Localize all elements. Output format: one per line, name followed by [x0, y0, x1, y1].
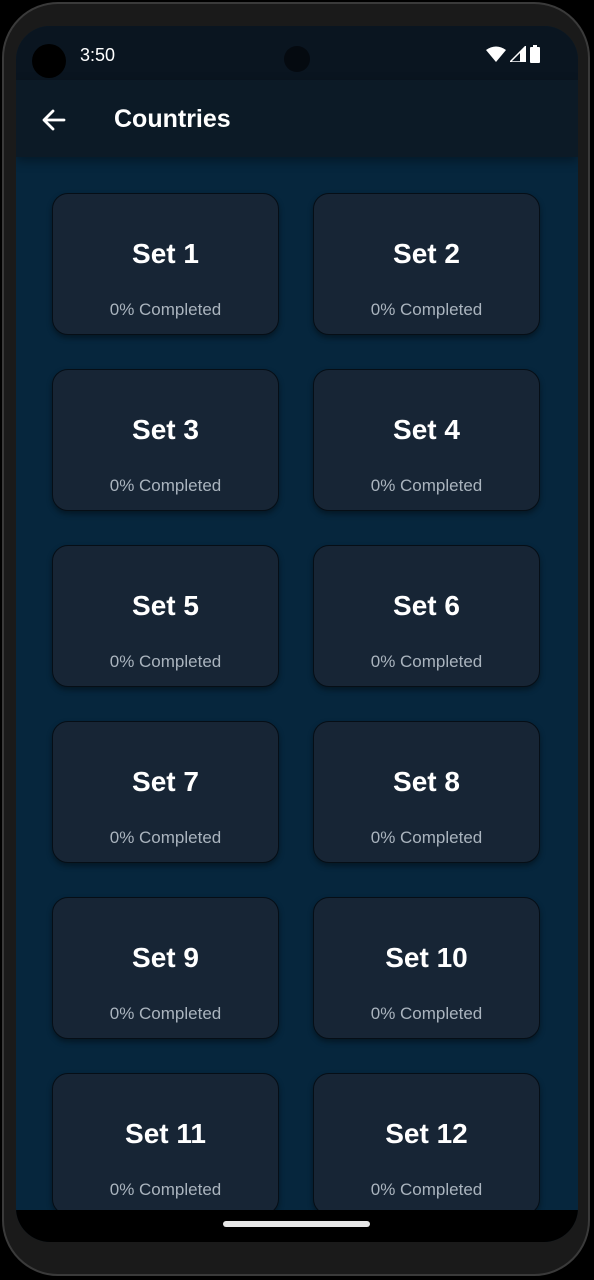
status-icons — [486, 45, 540, 63]
arrow-left-icon[interactable] — [38, 104, 70, 136]
set-progress: 0% Completed — [370, 300, 483, 319]
status-time: 3:50 — [80, 45, 116, 65]
set-progress: 0% Completed — [370, 828, 483, 847]
sets-grid-container[interactable]: Set 1 0% Completed Set 2 0% Completed Set 3 0… — [16, 157, 578, 1210]
set-name: Set 3 — [132, 414, 199, 445]
set-name: Set 6 — [393, 590, 460, 621]
set-progress: 0% Completed — [109, 1180, 222, 1199]
set-name: Set 10 — [385, 942, 468, 973]
front-camera — [284, 46, 310, 72]
set-progress: 0% Completed — [109, 652, 222, 671]
set-name: Set 1 — [132, 238, 199, 269]
camera-cutout — [32, 44, 66, 78]
battery-icon — [530, 45, 540, 63]
set-card[interactable]: Set 10 0% Completed — [313, 897, 540, 1039]
set-progress: 0% Completed — [370, 652, 483, 671]
set-card[interactable]: Set 6 0% Completed — [313, 545, 540, 687]
set-card[interactable]: Set 8 0% Completed — [313, 721, 540, 863]
set-name: Set 12 — [385, 1118, 468, 1149]
wifi-icon — [486, 46, 506, 62]
set-card[interactable]: Set 4 0% Completed — [313, 369, 540, 511]
set-card[interactable]: Set 9 0% Completed — [52, 897, 279, 1039]
set-name: Set 9 — [132, 942, 199, 973]
set-progress: 0% Completed — [109, 1004, 222, 1023]
gesture-nav-bar — [16, 1210, 578, 1242]
set-card[interactable]: Set 1 0% Completed — [52, 193, 279, 335]
set-name: Set 8 — [393, 766, 460, 797]
set-card[interactable]: Set 3 0% Completed — [52, 369, 279, 511]
set-progress: 0% Completed — [370, 1180, 483, 1199]
status-bar: 3:50 — [16, 26, 578, 80]
set-card[interactable]: Set 11 0% Completed — [52, 1073, 279, 1210]
page-title: Countries — [114, 105, 231, 133]
home-handle[interactable] — [223, 1221, 370, 1227]
set-card[interactable]: Set 7 0% Completed — [52, 721, 279, 863]
signal-icon — [510, 46, 526, 62]
set-name: Set 11 — [125, 1118, 206, 1149]
set-name: Set 7 — [132, 766, 199, 797]
set-name: Set 2 — [393, 238, 460, 269]
set-progress: 0% Completed — [109, 476, 222, 495]
set-progress: 0% Completed — [109, 828, 222, 847]
set-progress: 0% Completed — [370, 476, 483, 495]
set-progress: 0% Completed — [370, 1004, 483, 1023]
set-name: Set 4 — [393, 414, 460, 445]
screen: 3:50 Countries Set 1 0% Completed Set 2 0% … — [16, 26, 578, 1242]
set-card[interactable]: Set 2 0% Completed — [313, 193, 540, 335]
sets-grid: Set 1 0% Completed Set 2 0% Completed Set 3 0… — [52, 193, 540, 1210]
app-bar: Countries — [16, 80, 578, 157]
set-progress: 0% Completed — [109, 300, 222, 319]
set-name: Set 5 — [132, 590, 199, 621]
set-card[interactable]: Set 12 0% Completed — [313, 1073, 540, 1210]
set-card[interactable]: Set 5 0% Completed — [52, 545, 279, 687]
